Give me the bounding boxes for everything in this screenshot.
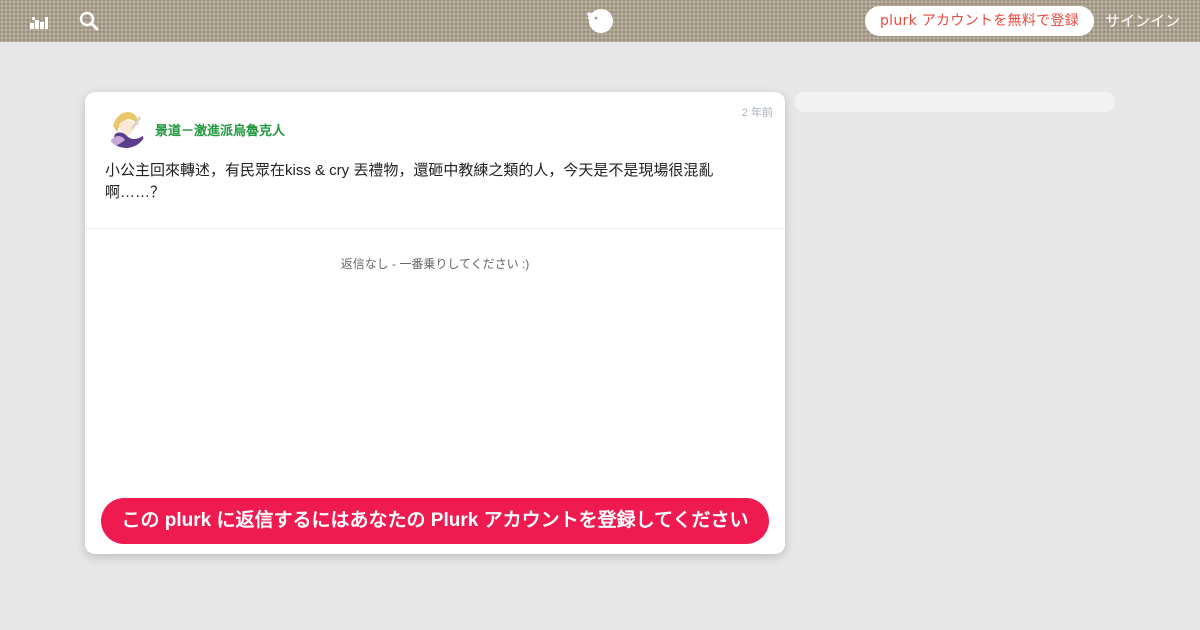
no-replies-message: 返信なし - 一番乗りしてください :): [340, 257, 530, 271]
post-content: 小公主回來轉述，有民眾在kiss & cry 丟禮物，還砸中教練之類的人，今天是…: [105, 160, 745, 204]
plurk-logo-icon[interactable]: [585, 7, 615, 35]
signup-button[interactable]: plurk アカウントを無料で登録: [865, 6, 1094, 36]
top-bar: plurk アカウントを無料で登録 サインイン: [0, 0, 1200, 42]
search-icon[interactable]: [78, 10, 100, 32]
post-timestamp[interactable]: 2 年前: [742, 104, 773, 120]
avatar[interactable]: [105, 106, 147, 148]
divider: [85, 228, 785, 229]
post-content-line: 啊……？: [105, 184, 166, 201]
post-username[interactable]: 景道－激進派烏魯克人: [155, 120, 285, 139]
stats-icon[interactable]: [28, 10, 50, 32]
register-to-reply-button[interactable]: この plurk に返信するにはあなたの Plurk アカウントを登録してくださ…: [101, 498, 769, 544]
post-content-line: 小公主回來轉述，有民眾在kiss & cry 丟禮物，還砸中教練之類的人，今天是…: [105, 162, 714, 179]
plurk-card: 景道－激進派烏魯克人 2 年前 小公主回來轉述，有民眾在kiss & cry 丟…: [85, 92, 785, 554]
signin-link[interactable]: サインイン: [1105, 0, 1180, 42]
side-panel: [795, 92, 1115, 112]
